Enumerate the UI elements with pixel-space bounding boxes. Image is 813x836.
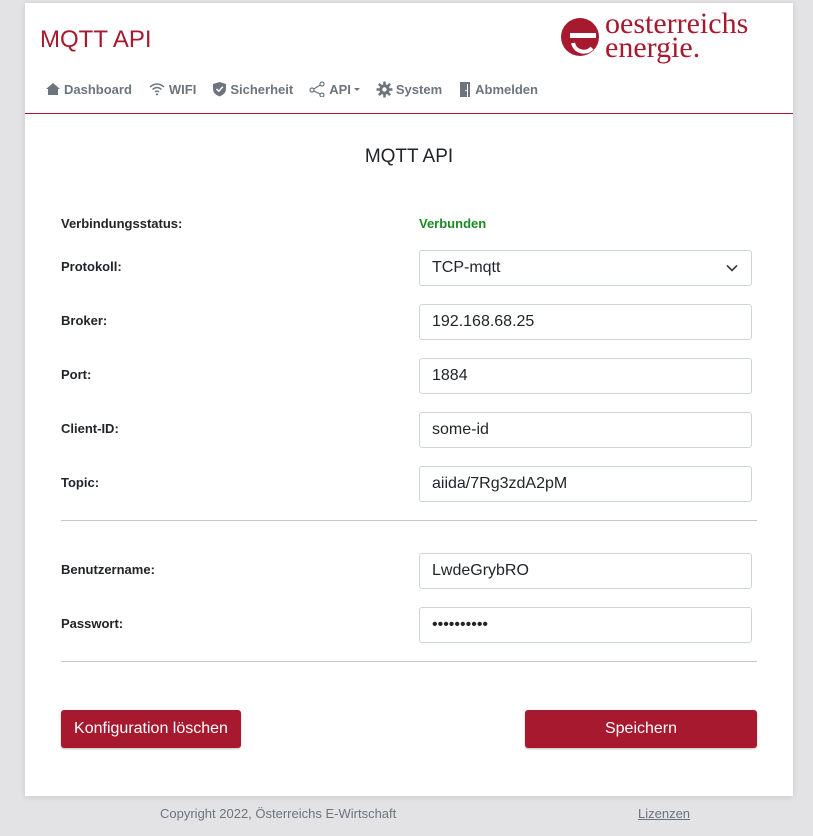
status-label: Verbindungsstatus:	[61, 216, 183, 231]
nav-label-dashboard: Dashboard	[64, 81, 132, 97]
protocol-select[interactable]: TCP-mqtt	[419, 250, 752, 286]
delete-config-button[interactable]: Konfiguration löschen	[61, 710, 241, 748]
status-value: Verbunden	[419, 216, 487, 231]
nav-item-security[interactable]: Sicherheit	[212, 81, 293, 97]
port-label: Port:	[61, 367, 92, 382]
section-divider	[61, 520, 757, 521]
home-icon	[46, 83, 60, 95]
share-icon	[309, 81, 325, 97]
logo-line-2: energie.	[605, 31, 701, 64]
app-title: MQTT API	[40, 26, 152, 53]
footer-copyright: Copyright 2022, Österreichs E-Wirtschaft	[160, 806, 397, 821]
nav-item-wifi[interactable]: WIFI	[148, 82, 196, 97]
gear-icon	[376, 81, 393, 97]
main-nav: Dashboard WIFI Sicherheit API System Abm…	[45, 79, 554, 99]
nav-item-system[interactable]: System	[376, 81, 442, 98]
save-button[interactable]: Speichern	[525, 710, 757, 748]
username-input[interactable]	[419, 553, 752, 589]
nav-label-system: System	[395, 81, 443, 97]
main-card: MQTT API oesterreichs energie. Dashboard	[25, 3, 793, 796]
section-divider	[61, 661, 757, 662]
client-id-label: Client-ID:	[61, 421, 119, 436]
topic-input[interactable]	[419, 466, 752, 502]
wifi-icon	[149, 83, 165, 96]
username-label: Benutzername:	[61, 562, 155, 577]
chevron-down-icon	[353, 87, 360, 91]
protocol-selected-value: TCP-mqtt	[432, 259, 501, 276]
nav-divider	[25, 113, 793, 114]
nav-label-security: Sicherheit	[230, 81, 294, 97]
shield-icon	[213, 82, 227, 97]
door-icon	[460, 81, 471, 97]
nav-label-api: API	[329, 81, 351, 97]
nav-item-dashboard[interactable]: Dashboard	[45, 81, 132, 97]
broker-label: Broker:	[61, 313, 108, 328]
password-input[interactable]	[419, 607, 752, 643]
client-id-input[interactable]	[419, 412, 752, 448]
broker-input[interactable]	[419, 304, 752, 340]
port-input[interactable]	[419, 358, 752, 394]
chevron-down-icon	[726, 264, 738, 272]
password-label: Passwort:	[61, 616, 124, 631]
topic-label: Topic:	[61, 475, 100, 490]
nav-item-logout[interactable]: Abmelden	[458, 81, 538, 98]
nav-item-api[interactable]: API	[309, 81, 360, 97]
license-link[interactable]: Lizenzen	[638, 806, 690, 821]
protocol-label: Protokoll:	[61, 259, 122, 274]
nav-label-wifi: WIFI	[168, 81, 197, 97]
brand-logo[interactable]: oesterreichs energie.	[558, 9, 780, 67]
page-title: MQTT API	[364, 146, 454, 167]
nav-label-logout: Abmelden	[475, 81, 538, 97]
logo-e-icon	[561, 18, 599, 56]
